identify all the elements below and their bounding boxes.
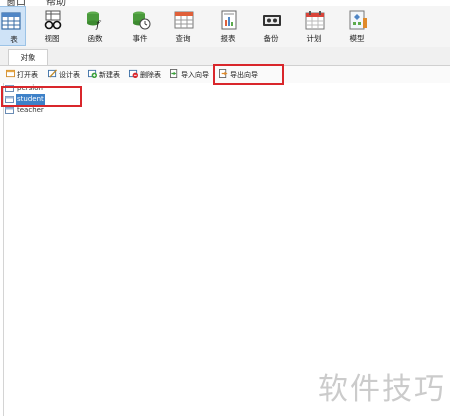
new-table-button[interactable]: 新建表 (88, 68, 120, 82)
toolbar-query-button[interactable]: 查询 (164, 6, 202, 46)
view-glasses-icon (44, 10, 62, 30)
toolbar-backup-button[interactable]: 备份 (252, 6, 290, 46)
schedule-icon (305, 11, 325, 30)
toolbar-view-button[interactable]: 视图 (33, 6, 71, 46)
toolbar-report-button[interactable]: 报表 (209, 6, 247, 46)
export-wizard-highlight (213, 64, 284, 85)
tab-objects[interactable]: 对象 (8, 49, 48, 65)
backup-icon (263, 15, 281, 26)
event-icon (133, 11, 151, 30)
report-icon (221, 10, 237, 30)
delete-table-button[interactable]: 删除表 (129, 68, 161, 82)
import-wizard-label: 导入向导 (181, 71, 209, 79)
toolbar-backup-label: 备份 (263, 34, 279, 43)
import-wizard-button[interactable]: 导入向导 (170, 68, 209, 82)
svg-text:f: f (95, 20, 102, 30)
toolbar-schedule-label: 计划 (306, 34, 322, 43)
toolbar-function-label: 函数 (87, 34, 103, 43)
query-icon (174, 11, 194, 29)
left-divider (3, 83, 4, 416)
toolbar-function-button[interactable]: f 函数 (76, 6, 114, 46)
design-table-icon (48, 69, 57, 78)
toolbar-view-label: 视图 (44, 34, 60, 43)
new-table-label: 新建表 (99, 71, 120, 79)
toolbar-schedule-button[interactable]: 计划 (295, 6, 333, 46)
import-wizard-icon (170, 69, 178, 78)
toolbar-event-label: 事件 (132, 34, 148, 43)
toolbar-table-button[interactable]: 表 (0, 6, 26, 46)
open-table-icon (6, 69, 15, 78)
open-table-button[interactable]: 打开表 (6, 68, 38, 82)
design-table-button[interactable]: 设计表 (48, 68, 80, 82)
delete-table-label: 删除表 (140, 71, 161, 79)
table-icon (1, 12, 21, 30)
watermark: 软件技巧 (318, 372, 446, 407)
toolbar-model-button[interactable]: 模型 (338, 6, 376, 46)
design-table-label: 设计表 (59, 71, 80, 79)
new-table-icon (88, 69, 97, 78)
toolbar-report-label: 报表 (220, 34, 236, 43)
toolbar-event-button[interactable]: 事件 (121, 6, 159, 46)
toolbar-table-label: 表 (10, 35, 18, 44)
toolbar-model-label: 模型 (349, 34, 365, 43)
student-highlight (1, 86, 82, 107)
toolbar-query-label: 查询 (175, 34, 191, 43)
table-icon (5, 107, 14, 114)
model-icon (349, 10, 367, 30)
function-icon: f (87, 11, 102, 30)
open-table-label: 打开表 (17, 71, 38, 79)
main-toolbar: 表 视图 f 函数 事件 查询 报表 备份 计划 模型 (0, 6, 450, 48)
delete-table-icon (129, 69, 138, 78)
